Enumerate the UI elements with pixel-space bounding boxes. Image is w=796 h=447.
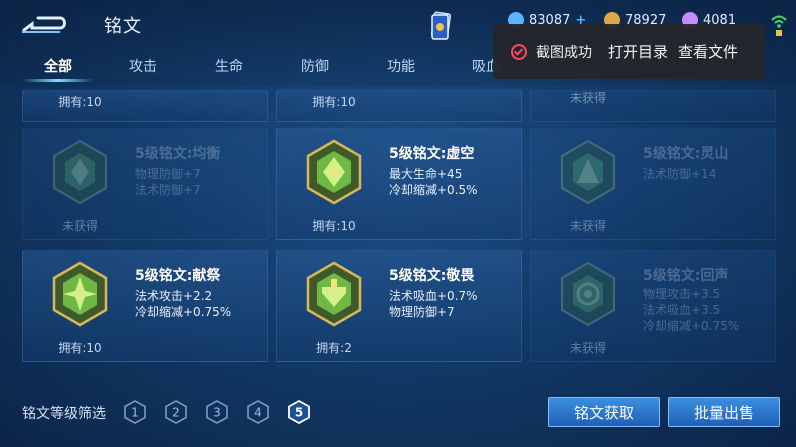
inscription-name: 5级铭文:献祭: [135, 268, 221, 284]
toast-message: 截图成功: [536, 44, 592, 61]
wifi-signal-icon: [771, 15, 787, 36]
owned-count: 未获得: [569, 219, 606, 233]
owned-count: 未获得: [61, 219, 98, 233]
acquire-inscription-button[interactable]: 铭文获取: [548, 397, 660, 427]
inscription-card-partial[interactable]: 拥有:10: [22, 90, 268, 122]
inscription-attr: 法术吸血+3.5: [643, 303, 721, 317]
inscription-attr: 物理防御+7: [135, 167, 201, 181]
tab-defense[interactable]: 防御: [301, 56, 329, 76]
inscription-gem-icon: [52, 261, 108, 327]
inscription-gem-icon: [561, 261, 615, 327]
inscription-name: 5级铭文:虚空: [389, 146, 475, 162]
level-filter-4[interactable]: 4: [247, 400, 269, 424]
inscription-card-awe[interactable]: 拥有:2 5级铭文:敬畏 法术吸血+0.7% 物理防御+7: [276, 250, 522, 362]
owned-count: 未获得: [569, 91, 606, 105]
owned-count: 未获得: [569, 341, 606, 355]
screenshot-toast: 截图成功 打开目录 查看文件: [493, 24, 765, 79]
inscription-attr: 法术防御+14: [643, 167, 717, 181]
inscription-name: 5级铭文:回声: [643, 268, 729, 284]
category-tabs: 全部 攻击 生命 防御 功能 吸血: [0, 52, 520, 82]
inscription-card-spirit-mountain[interactable]: 未获得 5级铭文:灵山 法术防御+14: [530, 128, 776, 240]
inscription-attr: 最大生命+45: [389, 167, 463, 181]
owned-count: 拥有:10: [58, 95, 102, 109]
view-file-link[interactable]: 查看文件: [678, 41, 738, 62]
page-title: 铭文: [104, 16, 142, 37]
back-arrow-icon[interactable]: [20, 10, 72, 38]
level-1-label: 1: [131, 406, 139, 420]
active-tab-indicator: [22, 79, 94, 82]
inscription-gem-icon: [306, 261, 362, 327]
inscription-name: 5级铭文:敬畏: [389, 268, 475, 284]
inscription-card-void[interactable]: 拥有:10 5级铭文:虚空 最大生命+45 冷却缩减+0.5%: [276, 128, 522, 240]
inscription-name: 5级铭文:灵山: [643, 146, 729, 162]
inscription-card-sacrifice[interactable]: 拥有:10 5级铭文:献祭 法术攻击+2.2 冷却缩减+0.75%: [22, 250, 268, 362]
card-deck-icon[interactable]: [430, 11, 452, 41]
inscription-attr: 物理攻击+3.5: [643, 287, 721, 301]
inscription-gem-icon: [53, 139, 107, 205]
inscription-attr: 冷却缩减+0.5%: [389, 183, 478, 197]
level-2-label: 2: [172, 406, 180, 420]
bulk-sell-button[interactable]: 批量出售: [668, 397, 780, 427]
success-check-icon: [511, 43, 527, 60]
inscription-attr: 冷却缩减+0.75%: [643, 319, 740, 333]
owned-count: 拥有:10: [312, 95, 356, 109]
tab-all[interactable]: 全部: [44, 56, 72, 76]
inscription-gem-icon: [306, 139, 362, 205]
inscription-gem-icon: [561, 139, 615, 205]
level-5-label: 5: [295, 406, 303, 420]
inscription-attr: 法术吸血+0.7%: [389, 289, 478, 303]
level-filter-2[interactable]: 2: [165, 400, 187, 424]
inscription-attr: 法术防御+7: [135, 183, 201, 197]
inscription-attr: 冷却缩减+0.75%: [135, 305, 232, 319]
level-3-label: 3: [213, 406, 221, 420]
inscription-card-echo[interactable]: 未获得 5级铭文:回声 物理攻击+3.5 法术吸血+3.5 冷却缩减+0.75%: [530, 250, 776, 362]
inscription-attr: 物理防御+7: [389, 305, 455, 319]
level-filter-3[interactable]: 3: [206, 400, 228, 424]
owned-count: 拥有:2: [316, 341, 352, 355]
bottom-bar: 铭文等级筛选 1 2 3 4 5 铭文获取 批量出售: [0, 385, 796, 447]
level-filter-5[interactable]: 5: [288, 400, 310, 424]
tab-attack[interactable]: 攻击: [129, 56, 157, 76]
inscription-card-balance[interactable]: 未获得 5级铭文:均衡 物理防御+7 法术防御+7: [22, 128, 268, 240]
level-4-label: 4: [254, 406, 262, 420]
tab-health[interactable]: 生命: [215, 56, 243, 76]
open-folder-link[interactable]: 打开目录: [608, 41, 668, 62]
owned-count: 拥有:10: [58, 341, 102, 355]
inscription-card-partial[interactable]: 拥有:10: [276, 90, 522, 122]
inscription-attr: 法术攻击+2.2: [135, 289, 213, 303]
level-filter-label: 铭文等级筛选: [22, 406, 106, 422]
inscription-card-partial[interactable]: 未获得: [530, 90, 776, 122]
inscription-name: 5级铭文:均衡: [135, 146, 221, 162]
tab-utility[interactable]: 功能: [387, 56, 415, 76]
owned-count: 拥有:10: [312, 219, 356, 233]
level-filter-1[interactable]: 1: [124, 400, 146, 424]
